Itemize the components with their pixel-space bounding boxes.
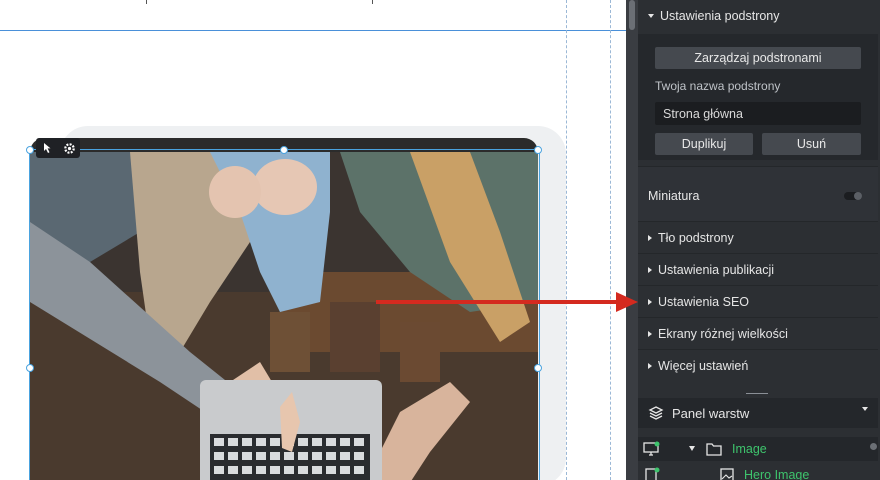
section-background[interactable]: Tło podstrony (638, 221, 878, 253)
layers-icon (648, 406, 664, 420)
section-label: Ustawienia SEO (658, 294, 750, 309)
thumbnail-toggle[interactable] (844, 192, 862, 200)
canvas-edge-mark (146, 0, 147, 4)
subpage-settings-section: Ustawienia podstrony (638, 0, 878, 32)
caret-down-icon (689, 446, 695, 451)
subpage-settings-title: Ustawienia podstrony (660, 9, 780, 23)
section-label: Ekrany różnej wielkości (658, 326, 788, 341)
subpage-name-input[interactable]: Strona główna (655, 102, 861, 125)
subpage-settings-header[interactable]: Ustawienia podstrony (638, 0, 878, 32)
hero-image[interactable] (30, 152, 538, 480)
resize-handle[interactable] (534, 364, 542, 372)
caret-down-icon (648, 14, 654, 18)
layer-item-image[interactable]: Image (638, 437, 878, 461)
manage-subpages-button[interactable]: Zarządzaj podstronami (655, 47, 861, 69)
section-more-settings[interactable]: Więcej ustawień (638, 349, 878, 381)
section-label: Ustawienia publikacji (658, 262, 775, 277)
section-label: Tło podstrony (658, 230, 734, 245)
layers-panel-title: Panel warstw (672, 405, 750, 421)
section-seo[interactable]: Ustawienia SEO (638, 285, 878, 317)
toggle-knob (854, 192, 862, 200)
resize-handle[interactable] (26, 146, 34, 154)
gear-icon[interactable] (60, 140, 78, 156)
section-boundary-line (0, 30, 628, 31)
caret-right-icon (648, 266, 652, 273)
subpage-name-label: Twoja nazwa podstrony (655, 79, 781, 93)
scrollbar-thumb[interactable] (629, 0, 635, 30)
chevron-down-icon (862, 407, 868, 411)
guide-line (610, 0, 611, 480)
resize-handle[interactable] (26, 364, 34, 372)
delete-button[interactable]: Usuń (762, 133, 861, 155)
caret-right-icon (648, 298, 652, 305)
element-toolbar (36, 138, 80, 158)
layer-label: Image (732, 442, 767, 456)
layer-item-hero-image[interactable]: Hero Image (638, 463, 878, 480)
caret-right-icon (648, 362, 652, 369)
desktop-icon (643, 441, 660, 456)
pointer-hand-icon[interactable] (38, 140, 56, 156)
panel-scrollbar[interactable] (626, 0, 638, 480)
caret-right-icon (648, 330, 652, 337)
visibility-dot[interactable] (870, 443, 877, 450)
mobile-icon (645, 467, 660, 480)
duplicate-button[interactable]: Duplikuj (655, 133, 753, 155)
annotation-arrow (376, 292, 638, 312)
editor-canvas[interactable] (0, 0, 628, 480)
section-publication[interactable]: Ustawienia publikacji (638, 253, 878, 285)
thumbnail-row: Miniatura (638, 166, 878, 222)
guide-line (566, 0, 567, 480)
section-screen-sizes[interactable]: Ekrany różnej wielkości (638, 317, 878, 349)
layers-panel-header[interactable]: Panel warstw (638, 398, 878, 428)
section-label: Więcej ustawień (658, 358, 749, 373)
folder-icon (706, 443, 722, 456)
layer-label: Hero Image (744, 468, 810, 480)
resize-handle[interactable] (534, 146, 542, 154)
resize-handle[interactable] (280, 146, 288, 154)
subpage-settings-body: Zarządzaj podstronami Twoja nazwa podstr… (638, 34, 878, 160)
settings-panel: Ustawienia podstrony Zarządzaj podstrona… (626, 0, 880, 480)
thumbnail-label: Miniatura (648, 189, 700, 203)
caret-right-icon (648, 234, 652, 241)
canvas-edge-mark (372, 0, 373, 4)
image-icon (720, 468, 734, 480)
